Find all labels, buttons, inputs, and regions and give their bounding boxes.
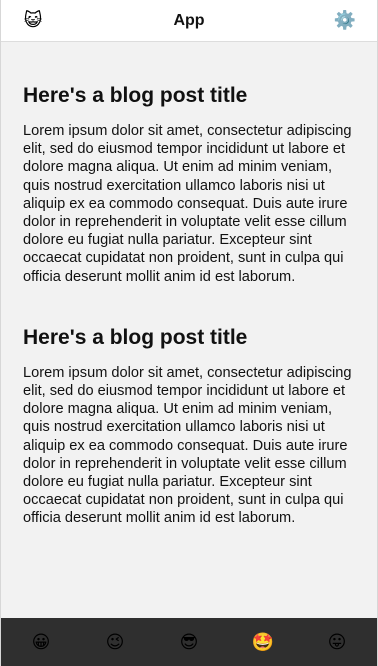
- gear-icon[interactable]: ⚙️: [332, 8, 358, 34]
- grinning-face-icon[interactable]: 😀: [28, 629, 54, 655]
- app-title: App: [173, 11, 205, 29]
- post-title: Here's a blog post title: [23, 325, 248, 349]
- header-bar: 😺 App ⚙️: [1, 0, 377, 42]
- sunglasses-face-icon[interactable]: 😎: [176, 629, 202, 655]
- post-title: Here's a blog post title: [23, 84, 248, 107]
- winking-face-icon[interactable]: 😉: [102, 629, 128, 655]
- bottom-tab-bar: 😀 😉 😎 🤩 😛: [1, 618, 377, 666]
- blog-post: Here's a blog post title Lorem ipsum dol…: [23, 326, 356, 528]
- tongue-face-icon[interactable]: 😛: [324, 629, 350, 655]
- app-window: 😺 App ⚙️ Here's a blog post title Lorem …: [0, 0, 378, 666]
- star-struck-face-icon[interactable]: 🤩: [250, 629, 276, 655]
- blog-feed[interactable]: Here's a blog post title Lorem ipsum dol…: [1, 42, 377, 618]
- post-body: Lorem ipsum dolor sit amet, consectetur …: [23, 364, 352, 527]
- post-body: Lorem ipsum dolor sit amet, consectetur …: [23, 123, 352, 285]
- blog-post: Here's a blog post title Lorem ipsum dol…: [23, 84, 356, 286]
- cat-face-icon[interactable]: 😺: [20, 8, 46, 34]
